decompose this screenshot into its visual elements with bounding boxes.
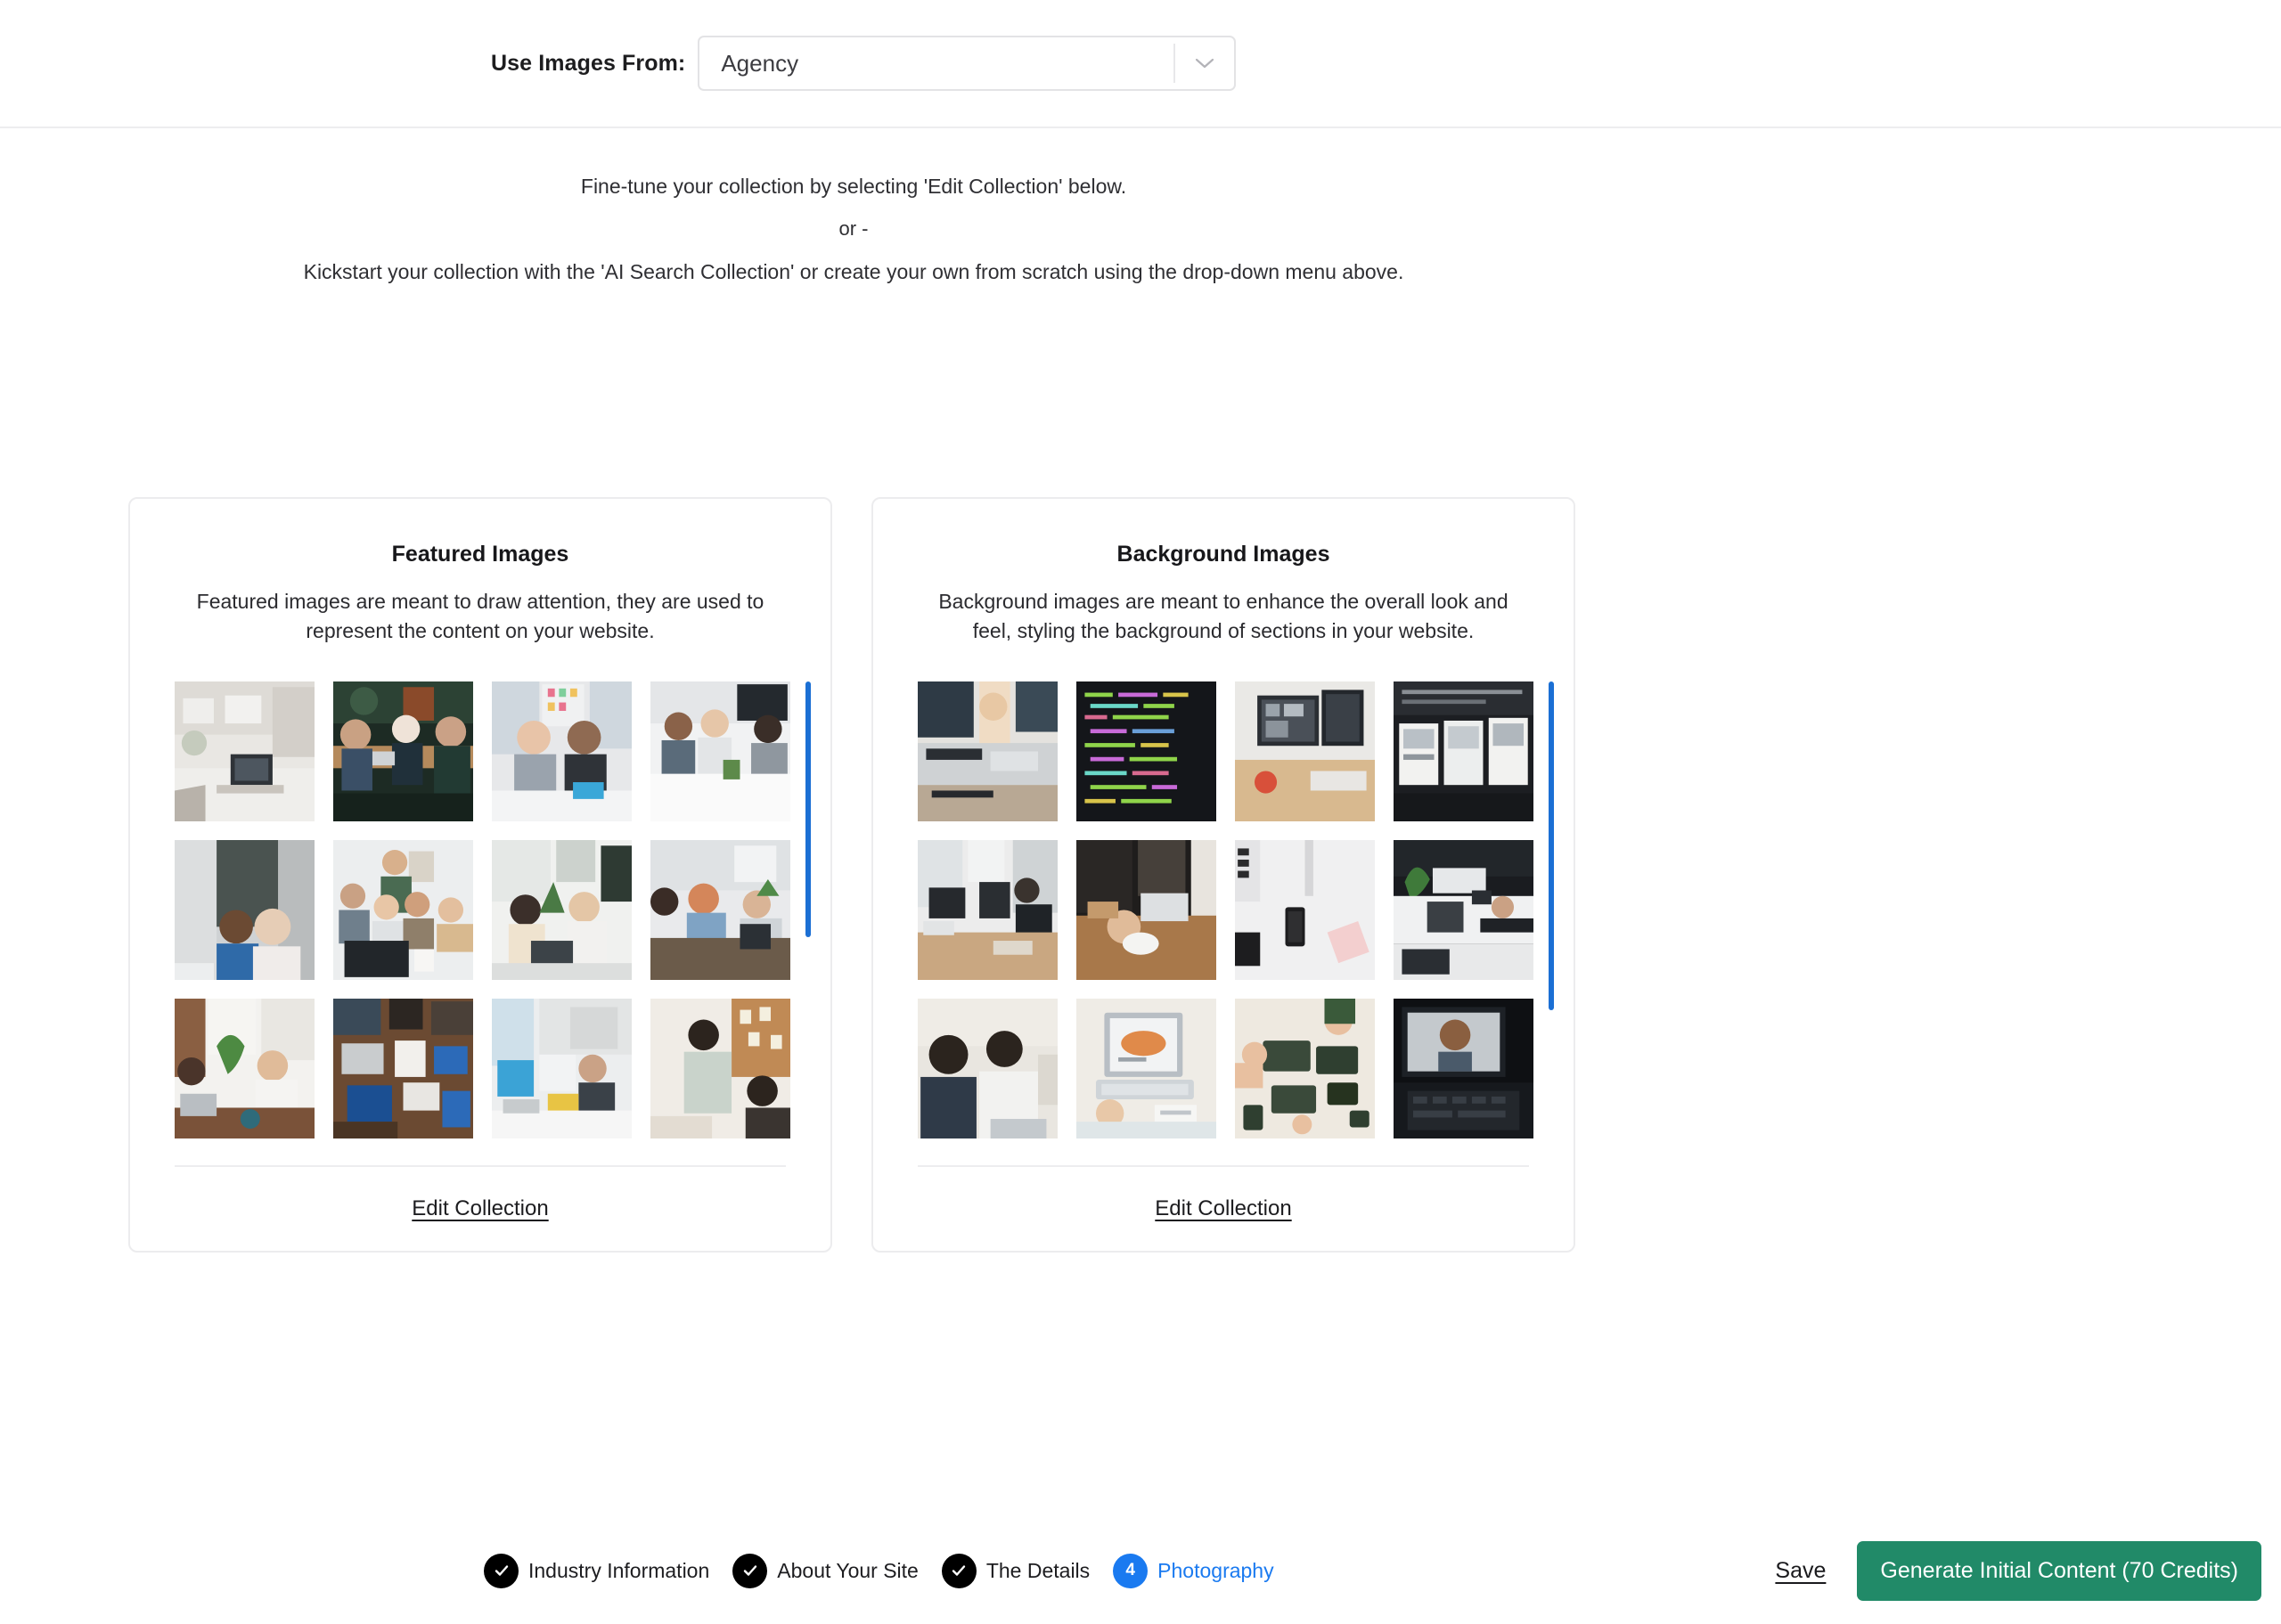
featured-edit-collection-link[interactable]: Edit Collection: [412, 1196, 548, 1221]
step-about-your-site[interactable]: About Your Site: [732, 1553, 919, 1588]
check-icon: [484, 1553, 519, 1588]
save-button[interactable]: Save: [1775, 1558, 1826, 1584]
step-photography[interactable]: 4 Photography: [1113, 1553, 1274, 1588]
background-edit-row: Edit Collection: [918, 1167, 1529, 1251]
thumbnail-item[interactable]: [175, 840, 315, 980]
step-label: About Your Site: [777, 1558, 919, 1582]
photography-step-page: Use Images From: Agency Fine-tune your c…: [0, 0, 2281, 1624]
chevron-down-icon[interactable]: [1175, 37, 1234, 89]
featured-edit-row: Edit Collection: [175, 1167, 786, 1251]
image-source-select[interactable]: Agency: [698, 36, 1237, 91]
collection-cards: Featured Images Featured images are mean…: [128, 497, 1575, 1253]
intro-text-block: Fine-tune your collection by selecting '…: [0, 165, 1707, 293]
thumbnail-item[interactable]: [333, 840, 473, 980]
thumbnail-item[interactable]: [1394, 840, 1533, 980]
step-label: Photography: [1157, 1558, 1274, 1582]
step-label: The Details: [985, 1558, 1091, 1582]
step-the-details[interactable]: The Details: [941, 1553, 1091, 1588]
thumbnail-item[interactable]: [492, 681, 632, 821]
thumbnail-item[interactable]: [175, 999, 315, 1138]
background-grid-area: [918, 681, 1554, 1138]
thumbnail-item[interactable]: [333, 681, 473, 821]
step-industry-information[interactable]: Industry Information: [484, 1553, 710, 1588]
footer-actions: Save Generate Initial Content (70 Credit…: [1775, 1540, 2261, 1601]
thumbnail-item[interactable]: [650, 840, 790, 980]
featured-card-title: Featured Images: [391, 542, 569, 567]
background-card-title: Background Images: [1116, 542, 1330, 567]
background-card-description: Background images are meant to enhance t…: [938, 590, 1508, 642]
thumbnail-item[interactable]: [1235, 681, 1375, 821]
background-images-card: Background Images Background images are …: [871, 497, 1575, 1253]
thumbnail-item[interactable]: [333, 999, 473, 1138]
thumbnail-item[interactable]: [492, 840, 632, 980]
thumbnail-item[interactable]: [1394, 999, 1533, 1138]
thumbnail-item[interactable]: [918, 840, 1058, 980]
thumbnail-item[interactable]: [918, 681, 1058, 821]
featured-thumbnail-grid[interactable]: [175, 681, 790, 1138]
intro-line-or: or -: [838, 217, 869, 240]
intro-line-3: Kickstart your collection with the 'AI S…: [303, 260, 1404, 283]
use-images-from-row: Use Images From: Agency: [491, 36, 1237, 91]
background-thumbnail-grid[interactable]: [918, 681, 1533, 1138]
step-number-badge: 4: [1113, 1553, 1149, 1588]
featured-images-card: Featured Images Featured images are mean…: [128, 497, 832, 1253]
thumbnail-item[interactable]: [1235, 840, 1375, 980]
step-indicator: Industry Information About Your Site The…: [484, 1553, 1274, 1588]
footer-bar: Industry Information About Your Site The…: [0, 1517, 2281, 1624]
thumbnail-item[interactable]: [492, 999, 632, 1138]
thumbnail-item[interactable]: [175, 681, 315, 821]
featured-grid-area: [175, 681, 811, 1138]
check-icon: [941, 1553, 977, 1588]
step-label: Industry Information: [528, 1558, 710, 1582]
background-scroll-thumb[interactable]: [1549, 681, 1554, 1011]
thumbnail-item[interactable]: [1235, 999, 1375, 1138]
thumbnail-item[interactable]: [1076, 840, 1216, 980]
background-edit-collection-link[interactable]: Edit Collection: [1155, 1196, 1291, 1221]
use-images-from-label: Use Images From:: [491, 50, 686, 76]
featured-card-description: Featured images are meant to draw attent…: [196, 590, 764, 642]
thumbnail-item[interactable]: [918, 999, 1058, 1138]
step-number: 4: [1125, 1561, 1135, 1579]
top-bar: Use Images From: Agency: [0, 0, 2281, 128]
intro-line-1: Fine-tune your collection by selecting '…: [580, 175, 1127, 198]
thumbnail-item[interactable]: [1076, 681, 1216, 821]
featured-scroll-thumb[interactable]: [805, 681, 811, 938]
thumbnail-item[interactable]: [650, 681, 790, 821]
thumbnail-item[interactable]: [1394, 681, 1533, 821]
generate-initial-content-button[interactable]: Generate Initial Content (70 Credits): [1857, 1540, 2261, 1601]
thumbnail-item[interactable]: [1076, 999, 1216, 1138]
image-source-value: Agency: [721, 49, 799, 77]
thumbnail-item[interactable]: [650, 999, 790, 1138]
check-icon: [732, 1553, 768, 1588]
